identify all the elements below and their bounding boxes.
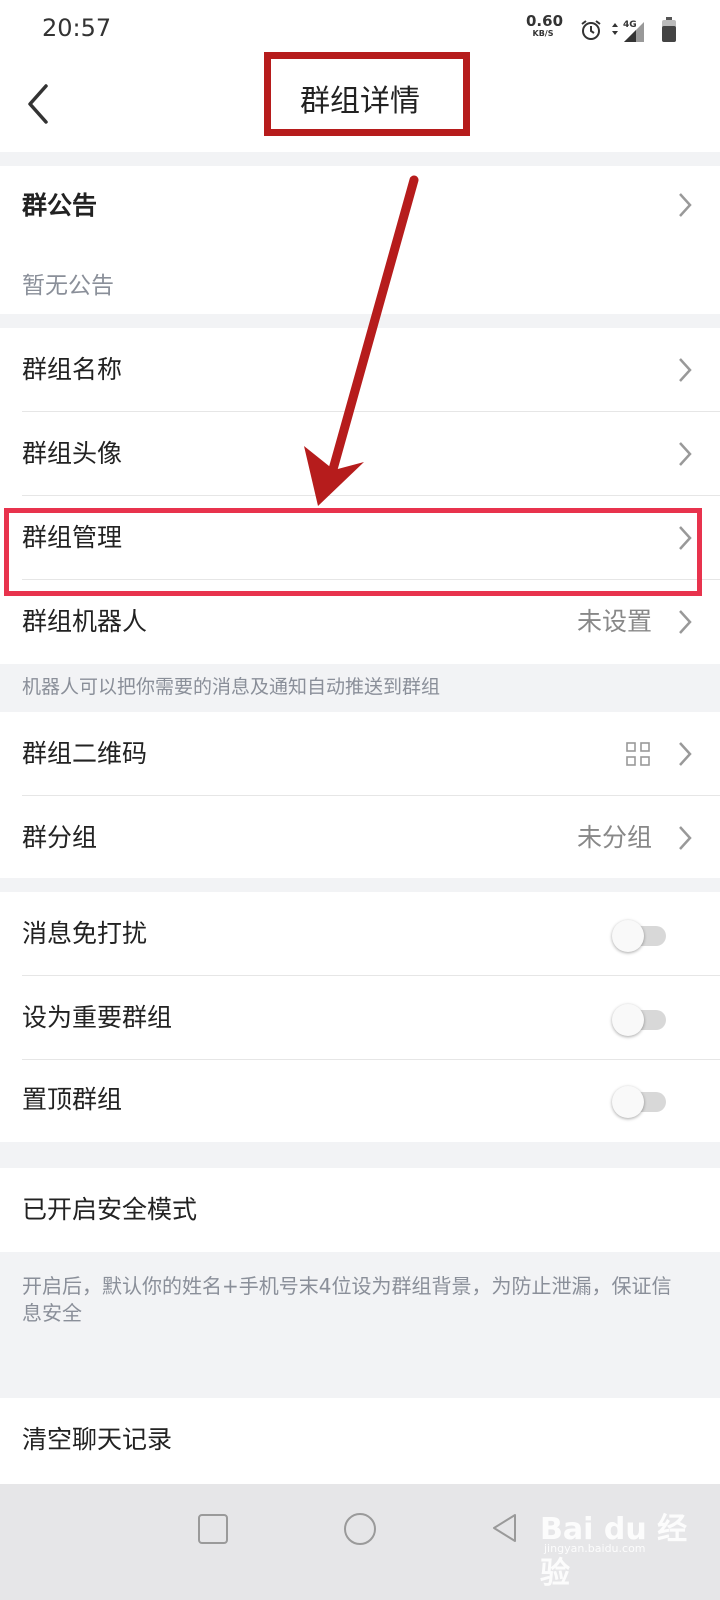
safe-mode-card[interactable]: 已开启安全模式 <box>0 1168 720 1252</box>
clear-history-label: 清空聊天记录 <box>22 1425 173 1454</box>
pin-group-label: 置顶群组 <box>22 1085 123 1114</box>
announcement-title: 群公告 <box>22 191 98 220</box>
group-info-card: 群组名称 群组头像 群组管理 群组机器人 未设置 <box>0 328 720 664</box>
robot-note: 机器人可以把你需要的消息及通知自动推送到群组 <box>22 676 441 698</box>
title-highlight-box <box>264 52 470 136</box>
qrcode-icon <box>626 742 650 766</box>
network-speed-value: 0.60 <box>526 12 564 30</box>
network-speed-unit: KB/S <box>532 29 554 38</box>
clear-history-card[interactable]: 清空聊天记录 <box>0 1398 720 1484</box>
chevron-right-icon <box>679 193 692 217</box>
system-nav-bar: Bai du 经验 jingyan.baidu.com <box>0 1484 720 1600</box>
battery-icon <box>662 17 676 42</box>
group-extra-card: 群组二维码 群分组 未分组 <box>0 712 720 878</box>
chevron-right-icon <box>679 742 692 766</box>
manage-highlight-box <box>4 508 702 596</box>
page-header: 群组详情 <box>0 52 720 152</box>
chevron-right-icon <box>679 358 692 382</box>
signal-label: 4G <box>623 20 637 30</box>
back-triangle-icon[interactable] <box>490 1512 520 1544</box>
row-pin-group: 置顶群组 <box>0 1058 720 1142</box>
row-important-group: 设为重要群组 <box>0 976 720 1060</box>
recents-square-icon[interactable] <box>198 1514 228 1544</box>
chevron-right-icon <box>679 610 692 634</box>
chevron-right-icon <box>679 826 692 850</box>
group-category-label: 群分组 <box>22 823 98 852</box>
safe-mode-label: 已开启安全模式 <box>22 1195 198 1224</box>
row-group-category[interactable]: 群分组 未分组 <box>0 796 720 880</box>
row-group-name[interactable]: 群组名称 <box>0 328 720 412</box>
status-bar: 20:57 0.60 KB/S 4G <box>0 0 720 60</box>
row-safe-mode: 已开启安全模式 <box>0 1168 720 1252</box>
baidu-jingyan-watermark: Bai du 经验 jingyan.baidu.com <box>540 1502 710 1591</box>
group-avatar-label: 群组头像 <box>22 439 123 468</box>
safe-mode-note: 开启后，默认你的姓名+手机号末4位设为群组背景，为防止泄漏，保证信息安全 <box>22 1274 672 1325</box>
row-clear-history: 清空聊天记录 <box>0 1398 720 1482</box>
do-not-disturb-label: 消息免打扰 <box>22 919 148 948</box>
home-circle-icon[interactable] <box>344 1513 376 1545</box>
toggle-settings-card: 消息免打扰 设为重要群组 置顶群组 <box>0 892 720 1142</box>
important-group-toggle[interactable] <box>612 1004 666 1036</box>
announcement-card[interactable]: 群公告 暂无公告 <box>0 166 720 314</box>
row-group-qrcode[interactable]: 群组二维码 <box>0 712 720 796</box>
do-not-disturb-toggle[interactable] <box>612 920 666 952</box>
pin-group-toggle[interactable] <box>612 1086 666 1118</box>
chevron-right-icon <box>679 442 692 466</box>
alarm-icon <box>581 20 601 40</box>
row-do-not-disturb: 消息免打扰 <box>0 892 720 976</box>
announcement-content: 暂无公告 <box>22 273 114 299</box>
group-name-label: 群组名称 <box>22 355 123 384</box>
status-time: 20:57 <box>42 14 112 42</box>
row-group-avatar[interactable]: 群组头像 <box>0 412 720 496</box>
signal-icon: 4G <box>612 20 644 42</box>
network-speed: 0.60 KB/S <box>526 12 564 38</box>
group-qrcode-label: 群组二维码 <box>22 739 148 768</box>
watermark-url: jingyan.baidu.com <box>544 1542 646 1555</box>
important-group-label: 设为重要群组 <box>22 1003 173 1032</box>
group-category-value: 未分组 <box>576 823 652 852</box>
